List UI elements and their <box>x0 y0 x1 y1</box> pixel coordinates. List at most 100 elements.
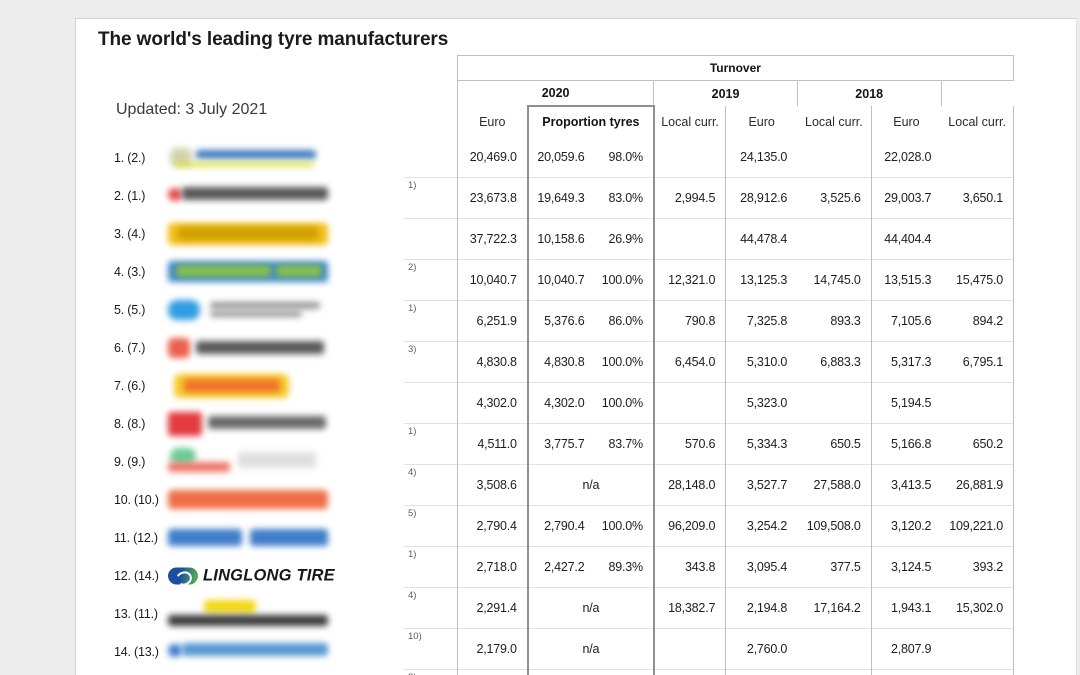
cell-localcurr-2018: 393.2 <box>941 547 1013 588</box>
cell-euro-2020: 2,718.0 <box>457 547 528 588</box>
rank-label: 2. (1.) <box>114 189 145 203</box>
logo-glyph <box>250 529 328 546</box>
cell-localcurr-2020 <box>654 629 726 670</box>
manufacturer-ranking-list: 1. (2.)2. (1.)3. (4.)4. (3.)5. (5.)6. (7… <box>76 139 406 671</box>
cell-euro-2018: 2,807.9 <box>871 629 941 670</box>
header-euro-2020: Euro <box>457 106 528 137</box>
rank-label: 9. (9.) <box>114 455 145 469</box>
cell-euro-2018: 5,317.3 <box>871 342 941 383</box>
cell-proportion-percent: 89.3% <box>594 547 653 588</box>
header-proportion-tyres: Proportion tyres <box>528 106 654 137</box>
footnote-marker: 5) <box>404 506 457 547</box>
cell-localcurr-2020: 790.8 <box>654 301 726 342</box>
ranking-row: 13. (11.) <box>76 595 406 633</box>
table-body: 20,469.020,059.698.0%24,135.022,028.01)2… <box>404 137 1014 675</box>
cell-proportion-percent: 83.0% <box>594 178 653 219</box>
cell-proportion-value: 2,427.2 <box>528 547 595 588</box>
rank-label: 4. (3.) <box>114 265 145 279</box>
footnote-marker <box>404 219 457 260</box>
cell-euro-2018: 3,120.2 <box>871 506 941 547</box>
cell-localcurr-2018: 26,881.9 <box>941 465 1013 506</box>
cell-localcurr-2018: 894.2 <box>941 301 1013 342</box>
cell-proportion-percent: 100.0% <box>594 342 653 383</box>
table-row: 20,469.020,059.698.0%24,135.022,028.0 <box>404 137 1014 178</box>
giti-logo <box>168 600 328 628</box>
turnover-group-header-row: Turnover <box>404 56 1014 81</box>
footnote-marker: 1) <box>404 424 457 465</box>
logo-glyph <box>210 311 302 317</box>
cell-euro-2019: 3,254.2 <box>726 506 797 547</box>
cell-proportion-tyres: n/a <box>528 465 654 506</box>
footnote-marker <box>404 383 457 424</box>
cell-euro-2020: 4,830.8 <box>457 342 528 383</box>
cell-proportion-value: 4,830.8 <box>528 342 595 383</box>
logo-glyph <box>168 300 200 320</box>
logo-glyph <box>168 188 182 201</box>
cell-euro-2018: 7,105.6 <box>871 301 941 342</box>
cell-euro-2019: 2,194.8 <box>726 588 797 629</box>
logo-glyph <box>184 379 280 392</box>
footnote-marker <box>404 137 457 178</box>
rank-label: 1. (2.) <box>114 151 145 165</box>
hankook-logo <box>168 334 328 362</box>
header-euro-2019: Euro <box>726 106 797 137</box>
logo-glyph <box>168 615 328 626</box>
footnote-marker: 1) <box>404 301 457 342</box>
sumitomo-logo <box>168 296 328 324</box>
cell-euro-2020: 2,179.0 <box>457 629 528 670</box>
cell-proportion-percent: 100.0% <box>594 260 653 301</box>
ranking-row: 10. (10.) <box>76 481 406 519</box>
cell-localcurr-2018: 6,795.1 <box>941 342 1013 383</box>
ranking-row: 6. (7.) <box>76 329 406 367</box>
rank-label: 7. (6.) <box>114 379 145 393</box>
cell-localcurr-2020: 2,994.5 <box>654 178 726 219</box>
cell-localcurr-2018 <box>941 383 1013 424</box>
cell-localcurr-2020 <box>654 219 726 260</box>
linglong-tire-logo: LINGLONG TIRE <box>168 562 328 590</box>
cell-euro-2019: 13,125.3 <box>726 260 797 301</box>
cooper-tires-logo <box>168 638 328 666</box>
ranking-row: 1. (2.) <box>76 139 406 177</box>
yokohama-logo <box>168 410 328 438</box>
zhongce-logo <box>168 448 328 476</box>
cell-localcurr-2018: 15,302.0 <box>941 588 1013 629</box>
cell-euro-2018: 22,028.0 <box>871 137 941 178</box>
subheader-row: Euro Proportion tyres Local curr. Euro L… <box>404 106 1014 137</box>
cell-localcurr-2019: 893.3 <box>797 301 871 342</box>
turnover-table: Turnover 2020 2019 2018 Euro Proportion … <box>404 55 1014 675</box>
header-localcurr-2019: Local curr. <box>797 106 871 137</box>
cell-euro-2020: 2,054.5 <box>457 670 528 675</box>
logo-glyph <box>238 452 316 468</box>
footnote-marker: 4) <box>404 588 457 629</box>
michelin-logo <box>168 144 328 172</box>
logo-glyph <box>210 302 320 309</box>
cell-euro-2019: 44,478.4 <box>726 219 797 260</box>
cell-proportion-value: 4,302.0 <box>528 383 595 424</box>
cell-proportion-value: 2,790.4 <box>528 506 595 547</box>
cell-localcurr-2019: 650.5 <box>797 424 871 465</box>
logo-glyph <box>276 265 322 277</box>
cell-proportion-percent: 98.0% <box>594 137 653 178</box>
table-row: 1)2,718.02,427.289.3%343.83,095.4377.53,… <box>404 547 1014 588</box>
table-row: 4,302.04,302.0100.0%5,323.05,194.5 <box>404 383 1014 424</box>
cell-euro-2019: 3,095.4 <box>726 547 797 588</box>
cell-proportion-value: 20,059.6 <box>528 137 595 178</box>
logo-glyph <box>168 490 328 509</box>
ranking-row: 11. (12.) <box>76 519 406 557</box>
footnote-marker: 3) <box>404 342 457 383</box>
cell-euro-2020: 23,673.8 <box>457 178 528 219</box>
ranking-row: 12. (14.)LINGLONG TIRE <box>76 557 406 595</box>
cell-euro-2019: 3,527.7 <box>726 465 797 506</box>
cell-proportion-value: 19,649.3 <box>528 178 595 219</box>
rank-label: 11. (12.) <box>114 531 158 545</box>
logo-glyph <box>168 338 190 358</box>
header-euro-2018: Euro <box>871 106 941 137</box>
cell-euro-2018: 3,413.5 <box>871 465 941 506</box>
cell-euro-2019: 7,325.8 <box>726 301 797 342</box>
cell-proportion-value: 10,158.6 <box>528 219 595 260</box>
cell-euro-2018: 5,194.5 <box>871 383 941 424</box>
cell-euro-2019: 5,310.0 <box>726 342 797 383</box>
ranking-row: 8. (8.) <box>76 405 406 443</box>
header-turnover: Turnover <box>457 56 1013 81</box>
year-header-row: 2020 2019 2018 <box>404 81 1014 107</box>
